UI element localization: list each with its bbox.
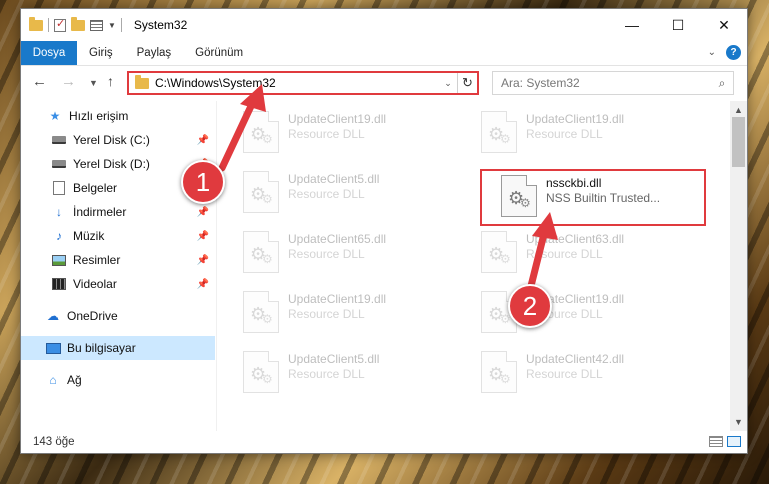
step-badge-1: 1 [181, 160, 225, 204]
arrow-1 [218, 84, 266, 172]
step-badge-2: 2 [508, 284, 552, 328]
annotation-arrows [218, 84, 558, 294]
arrow-2 [526, 212, 558, 294]
